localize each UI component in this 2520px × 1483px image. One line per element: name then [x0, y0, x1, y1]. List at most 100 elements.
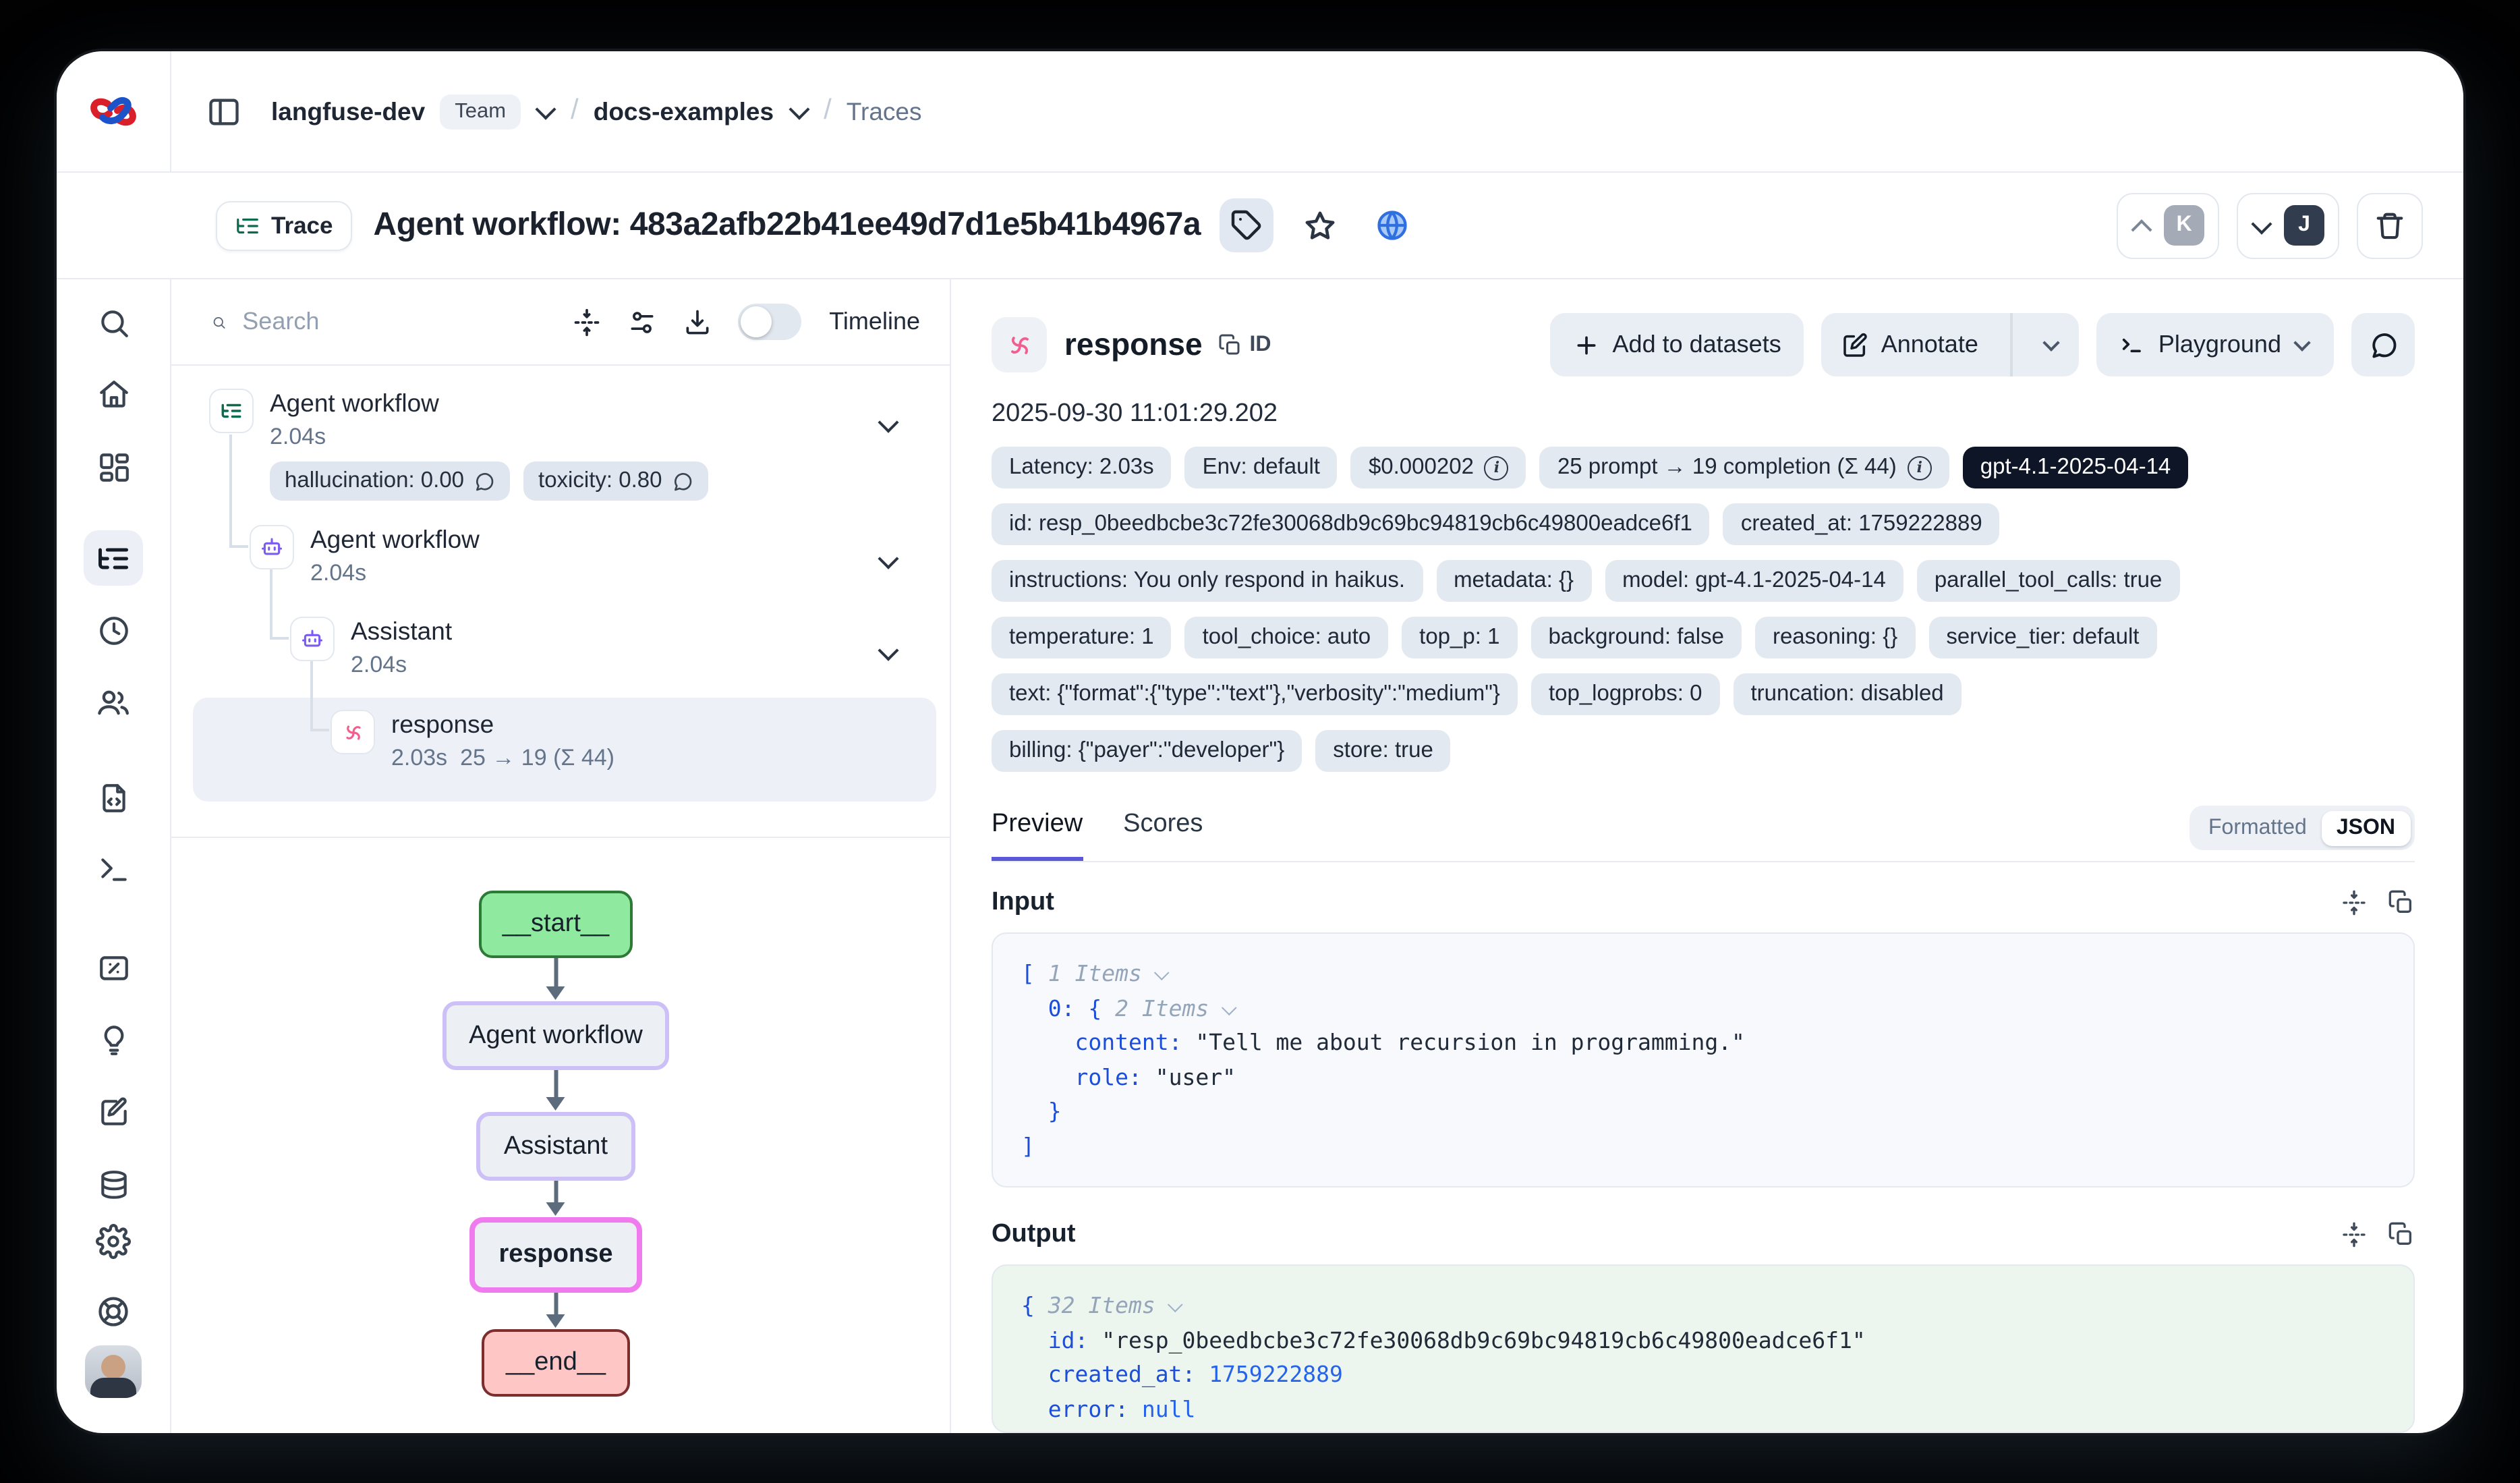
search-icon: [212, 307, 226, 337]
sidebar-item-insights[interactable]: [84, 1012, 143, 1068]
sidebar-item-users[interactable]: [84, 675, 143, 731]
delete-trace-button[interactable]: [2357, 192, 2423, 258]
meta-badge: background: false: [1530, 617, 1742, 659]
add-to-datasets-button[interactable]: Add to datasets: [1551, 313, 1804, 376]
tree-node-agent-workflow[interactable]: Agent workflow 2.04s: [250, 525, 480, 588]
settings-sliders-icon[interactable]: [627, 307, 656, 337]
meta-badge-label: Env: default: [1203, 455, 1320, 480]
graph-node-end[interactable]: __end__: [482, 1329, 630, 1397]
json-token: 0: [1048, 995, 1062, 1021]
comments-button[interactable]: [2351, 313, 2415, 376]
breadcrumb-section[interactable]: Traces: [847, 96, 922, 126]
meta-badge-label: service_tier: default: [1946, 625, 2139, 650]
fold-vertical-icon[interactable]: [571, 307, 601, 337]
meta-badge[interactable]: gpt-4.1-2025-04-14: [1963, 447, 2189, 488]
tab-preview[interactable]: Preview: [992, 810, 1083, 861]
tree-node-trace-root[interactable]: Agent workflow 2.04s hallucination: 0.00…: [209, 389, 708, 501]
screenshot-stage: langfuse-dev Team / docs-examples / Trac…: [0, 0, 2520, 1483]
observation-detail-panel: response ID Add to datasets: [951, 279, 2463, 1433]
user-avatar[interactable]: [85, 1345, 142, 1398]
meta-badge-label: top_logprobs: 0: [1549, 681, 1702, 707]
chevron-down-icon[interactable]: [535, 99, 556, 120]
json-line: }: [1021, 1094, 2385, 1129]
annotate-button[interactable]: Annotate: [1822, 313, 1999, 376]
tree-collapse-chevron[interactable]: [878, 414, 898, 439]
bot-icon: [260, 536, 283, 559]
sidebar-item-settings[interactable]: [84, 1213, 143, 1269]
graph-node-label: Agent workflow: [469, 1021, 643, 1051]
tags-button[interactable]: [1220, 198, 1273, 252]
fold-vertical-icon[interactable]: [2341, 1221, 2368, 1248]
format-option-formatted[interactable]: Formatted: [2194, 810, 2322, 845]
json-collapse-chevron[interactable]: [1155, 965, 1170, 980]
trace-title-actions: [1220, 198, 1419, 252]
json-line: incomplete_details: null: [1021, 1426, 2385, 1433]
chevron-down-icon[interactable]: [789, 99, 809, 120]
json-collapse-chevron[interactable]: [1168, 1297, 1184, 1312]
graph-node-assistant[interactable]: Assistant: [476, 1112, 635, 1181]
star-icon: [1302, 208, 1336, 242]
json-line: created_at: 1759222889: [1021, 1358, 2385, 1392]
output-header-icons: [2341, 1221, 2415, 1248]
score-chip-toxicity[interactable]: toxicity: 0.80: [523, 462, 708, 501]
json-token: }: [1048, 1098, 1062, 1124]
graph-node-agent-workflow[interactable]: Agent workflow: [442, 1001, 669, 1070]
json-token: :: [1289, 1430, 1316, 1433]
breadcrumb-separator: /: [824, 94, 832, 126]
score-chip-hallucination[interactable]: hallucination: 0.00: [270, 462, 510, 501]
badge-row: billing: {"payer":"developer"}store: tru…: [992, 730, 2415, 772]
timeline-toggle[interactable]: [737, 304, 801, 340]
meta-badge-label: 25 prompt → 19 completion (Σ 44): [1557, 455, 1897, 480]
next-trace-button[interactable]: J: [2237, 192, 2339, 258]
avatar-head: [101, 1354, 125, 1378]
copy-icon[interactable]: [2388, 1221, 2415, 1248]
badge-row: Latency: 2.03sEnv: default$0.000202i25 p…: [992, 447, 2415, 488]
public-link-button[interactable]: [1365, 198, 1419, 252]
trace-node-icon: [209, 389, 254, 433]
trace-header-row: Trace Agent workflow: 483a2afb22b41ee49d…: [57, 173, 2463, 279]
tree-collapse-chevron[interactable]: [878, 551, 898, 575]
sidebar-item-evaluation[interactable]: [84, 1086, 143, 1142]
meta-badge-label: $0.000202: [1369, 455, 1474, 480]
prev-trace-button[interactable]: K: [2117, 192, 2219, 258]
playground-button[interactable]: Playground: [2096, 313, 2334, 376]
tab-scores[interactable]: Scores: [1123, 810, 1203, 861]
copy-id-button[interactable]: ID: [1219, 333, 1271, 357]
tree-node-assistant[interactable]: Assistant 2.04s: [290, 617, 452, 679]
bookmark-star-button[interactable]: [1292, 198, 1346, 252]
generation-pinwheel-icon: [1004, 330, 1034, 360]
comment-icon: [671, 471, 693, 493]
tree-node-response[interactable]: response 2.03s 25 → 19 (Σ 44): [331, 710, 614, 773]
sidebar-item-support[interactable]: [84, 1284, 143, 1340]
chevron-down-icon: [878, 549, 898, 569]
generation-node-icon: [331, 710, 375, 754]
graph-node-start[interactable]: __start__: [479, 891, 633, 958]
breadcrumb-org[interactable]: langfuse-dev: [271, 96, 425, 126]
sidebar-item-tracing[interactable]: [84, 530, 143, 586]
sidebar-item-prompts[interactable]: [84, 771, 143, 827]
copy-icon[interactable]: [2388, 889, 2415, 916]
sidebar-item-sessions[interactable]: [84, 604, 143, 660]
json-token: null: [1142, 1396, 1196, 1422]
tree-search-input[interactable]: [239, 306, 558, 337]
fold-vertical-icon[interactable]: [2341, 889, 2368, 916]
trash-icon: [2374, 210, 2405, 241]
sidebar-item-playground[interactable]: [84, 843, 143, 899]
download-icon[interactable]: [682, 307, 712, 337]
tree-collapse-chevron[interactable]: [878, 642, 898, 667]
json-collapse-chevron[interactable]: [1222, 999, 1237, 1015]
app-window: langfuse-dev Team / docs-examples / Trac…: [57, 51, 2463, 1433]
annotate-dropdown-button[interactable]: [2025, 313, 2079, 376]
json-token: {: [1088, 995, 1115, 1021]
sidebar-item-search[interactable]: [84, 296, 143, 352]
sidebar-item-home[interactable]: [84, 368, 143, 424]
breadcrumb-project[interactable]: docs-examples: [594, 96, 774, 126]
sidebar-item-dashboards[interactable]: [84, 439, 143, 495]
sidebar-item-scores[interactable]: [84, 940, 143, 996]
annotate-button-group: Annotate: [1822, 313, 2079, 376]
sidebar-toggle-button[interactable]: [206, 94, 241, 129]
format-option-json[interactable]: JSON: [2322, 810, 2410, 845]
json-token: :: [1075, 1327, 1102, 1353]
graph-node-response[interactable]: response: [469, 1217, 642, 1293]
sidebar-item-datasets[interactable]: [84, 1157, 143, 1213]
